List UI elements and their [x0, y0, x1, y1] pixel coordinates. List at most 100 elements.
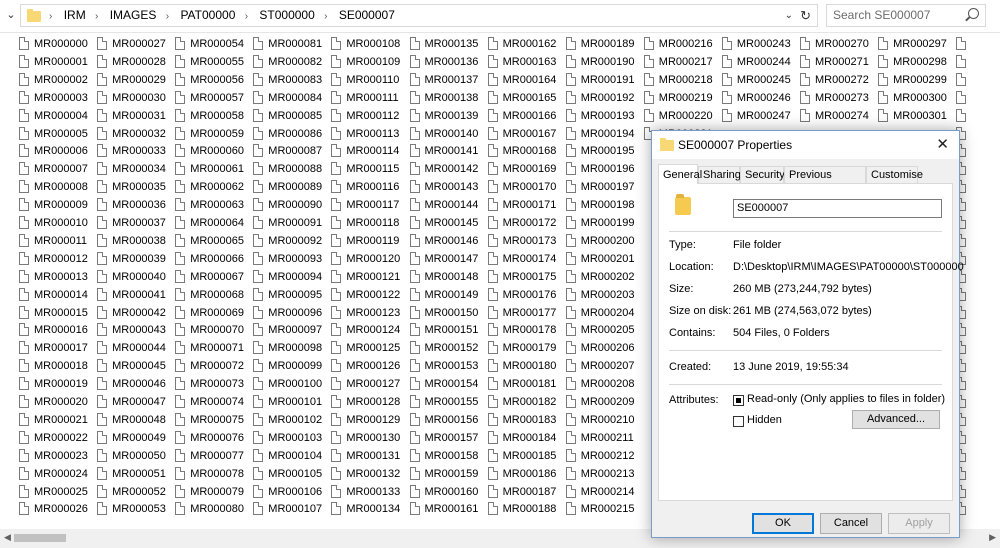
file-name: MR000042	[112, 306, 166, 319]
readonly-checkbox[interactable]	[733, 395, 744, 406]
dialog-titlebar[interactable]: SE000007 Properties ✕	[652, 131, 959, 159]
breadcrumb-images[interactable]: IMAGES	[110, 5, 157, 26]
file-name: MR000160	[424, 485, 479, 498]
file-icon	[409, 430, 420, 444]
file-icon	[409, 37, 420, 50]
tab-general[interactable]: General	[658, 164, 702, 184]
file-icon	[19, 430, 29, 444]
address-bar[interactable]: › IRM › IMAGES › PAT00000 › ST000000 › S…	[20, 4, 818, 27]
file-name: MR000007	[34, 163, 88, 176]
file-name: MR000138	[424, 91, 479, 104]
file-icon	[487, 323, 498, 337]
file-icon	[253, 448, 264, 462]
file-icon	[175, 448, 186, 462]
file-name: MR000140	[424, 127, 479, 140]
chevron-right-icon[interactable]: ›	[166, 6, 169, 27]
hidden-checkbox[interactable]	[733, 416, 744, 427]
file-icon	[253, 430, 264, 444]
file-name: MR000244	[736, 55, 791, 68]
file-icon	[253, 37, 264, 50]
chevron-right-icon[interactable]: ›	[49, 6, 52, 27]
file-icon	[19, 251, 29, 265]
size-label: Size:	[669, 283, 694, 295]
chevron-right-icon[interactable]: ›	[245, 6, 248, 27]
readonly-label[interactable]: Read-only (Only applies to files in fold…	[747, 393, 945, 405]
file-name: MR000067	[190, 270, 245, 283]
tab-previous-versions[interactable]: Previous Versions	[784, 166, 866, 198]
file-icon	[175, 359, 186, 373]
file-icon	[253, 108, 264, 122]
history-dropdown-icon[interactable]: ⌄	[785, 5, 793, 26]
file-icon	[487, 126, 498, 140]
file-icon	[175, 377, 186, 391]
cancel-button[interactable]: Cancel	[820, 513, 882, 534]
file-icon	[487, 359, 498, 373]
folder-name-field[interactable]: SE000007	[733, 199, 942, 218]
file-name: MR000025	[34, 485, 88, 498]
file-name: MR000093	[268, 252, 323, 265]
tab-sharing[interactable]: Sharing	[698, 166, 741, 183]
breadcrumb-irm[interactable]: IRM	[64, 5, 86, 26]
file-icon	[487, 269, 498, 283]
file-icon	[331, 341, 342, 355]
file-icon	[487, 162, 498, 176]
breadcrumb-pat00000[interactable]: PAT00000	[180, 5, 235, 26]
file-icon	[253, 162, 264, 176]
breadcrumb-se000007[interactable]: SE000007	[339, 5, 395, 26]
advanced-button[interactable]: Advanced...	[852, 410, 940, 429]
file-name: MR000094	[268, 270, 323, 283]
breadcrumb-st000000[interactable]: ST000000	[259, 5, 314, 26]
file-name: MR000209	[580, 396, 635, 408]
file-name: MR000079	[190, 485, 245, 498]
file-icon	[331, 377, 342, 391]
file-icon	[19, 269, 29, 283]
file-name: MR000127	[346, 378, 401, 391]
file-icon	[175, 341, 186, 355]
file-icon	[19, 144, 29, 158]
file-name: MR000082	[268, 55, 323, 68]
chevron-down-icon[interactable]: ⌄	[4, 8, 18, 22]
file-name: MR000003	[34, 91, 88, 104]
file-name: MR000059	[190, 127, 245, 140]
file-icon	[565, 395, 576, 408]
file-name: MR000180	[502, 360, 557, 373]
file-icon	[253, 466, 264, 480]
file-icon	[97, 448, 108, 462]
file-name: MR000215	[580, 503, 635, 516]
search-input[interactable]: Search SE000007	[826, 4, 986, 27]
file-icon	[253, 126, 264, 140]
file-icon	[487, 72, 498, 86]
tab-security[interactable]: Security	[740, 166, 785, 183]
file-icon	[956, 108, 967, 122]
file-icon	[643, 72, 654, 86]
close-icon[interactable]: ✕	[936, 131, 949, 159]
file-name: MR000006	[34, 145, 88, 158]
scroll-right-icon[interactable]: ▶	[989, 532, 996, 543]
file-icon	[643, 90, 654, 104]
file-icon	[800, 108, 810, 122]
file-icon	[97, 287, 108, 301]
file-name: MR000117	[346, 199, 400, 212]
file-icon	[331, 448, 342, 462]
file-name: MR000199	[580, 217, 635, 229]
ok-button[interactable]: OK	[752, 513, 814, 534]
file-icon	[409, 108, 420, 122]
file-name: MR000159	[424, 467, 479, 480]
file-name: MR000012	[34, 252, 88, 265]
file-icon	[409, 162, 420, 176]
tab-customise[interactable]: Customise	[866, 166, 923, 183]
hidden-label[interactable]: Hidden	[747, 414, 782, 426]
file-icon	[409, 54, 420, 68]
file-icon	[253, 412, 264, 426]
chevron-right-icon[interactable]: ›	[95, 6, 98, 27]
file-name: MR000088	[268, 163, 323, 176]
file-icon	[409, 484, 420, 498]
file-icon	[565, 448, 576, 462]
apply-button[interactable]: Apply	[888, 513, 950, 534]
chevron-right-icon[interactable]: ›	[324, 6, 327, 27]
scrollbar-thumb[interactable]	[14, 534, 66, 542]
refresh-icon[interactable]: ↻	[800, 5, 811, 26]
file-icon	[565, 287, 576, 301]
file-icon	[565, 216, 576, 229]
scroll-left-icon[interactable]: ◀	[4, 532, 11, 543]
